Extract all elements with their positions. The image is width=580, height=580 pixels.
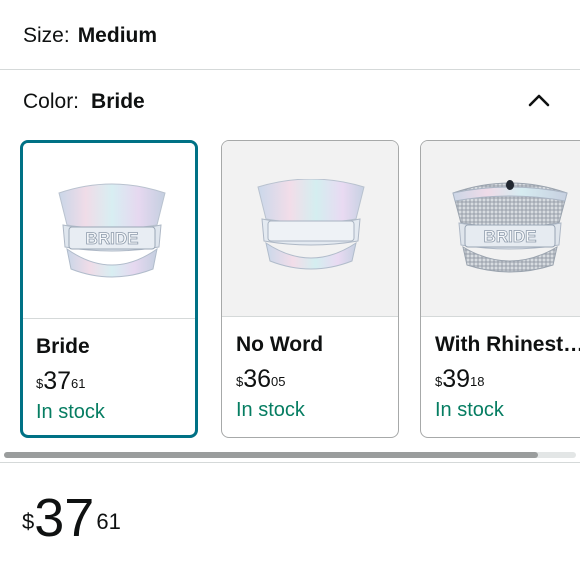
stock-status: In stock — [36, 401, 105, 423]
size-label: Size: Medium — [23, 24, 157, 48]
size-selector[interactable]: Size: Medium — [0, 0, 580, 70]
color-label: Color: Bride — [23, 90, 145, 114]
carousel-scroll-thumb[interactable] — [4, 452, 538, 458]
option-name: With Rhinestone — [435, 333, 580, 356]
price-cents: 18 — [470, 374, 485, 389]
size-label-text: Size: — [23, 24, 70, 47]
hat-text: BRIDE — [86, 229, 139, 248]
size-value: Medium — [77, 24, 158, 47]
hat-image-no-word — [257, 179, 365, 270]
color-option-no-word[interactable]: No Word $3605 In stock — [221, 140, 399, 438]
carousel-scrollbar[interactable] — [4, 452, 576, 458]
hat-image-bride: BRIDE — [58, 183, 166, 278]
color-value: Bride — [91, 90, 145, 113]
main-price-cents: 61 — [96, 509, 121, 534]
currency-symbol: $ — [236, 374, 244, 389]
price-whole: 39 — [442, 365, 471, 393]
color-option-with-rhinestone[interactable]: BRIDE With Rhinestone $3918 In stock — [420, 140, 580, 438]
currency-symbol: $ — [36, 376, 44, 391]
stock-status: In stock — [236, 399, 305, 421]
price-whole: 37 — [43, 367, 72, 395]
main-price-whole: 37 — [34, 488, 95, 548]
price-cents: 61 — [71, 376, 86, 391]
main-currency-symbol: $ — [22, 509, 35, 534]
hat-text: BRIDE — [484, 227, 537, 246]
color-options-carousel[interactable]: BRIDE Bride $3761 In stock No Word $3605… — [0, 140, 580, 440]
product-price: $3761 — [22, 488, 121, 548]
option-name: No Word — [236, 333, 324, 356]
color-selector-header: Color: Bride — [0, 88, 580, 122]
color-label-text: Color: — [23, 90, 80, 113]
option-price: $3605 — [236, 365, 286, 393]
hat-image-rhinestone: BRIDE — [452, 180, 568, 273]
section-divider — [0, 462, 580, 463]
option-price: $3918 — [435, 365, 485, 393]
product-image — [222, 141, 398, 317]
option-name: Bride — [36, 335, 90, 358]
stock-status: In stock — [435, 399, 504, 421]
price-whole: 36 — [243, 365, 272, 393]
currency-symbol: $ — [435, 374, 443, 389]
product-image: BRIDE — [421, 141, 580, 317]
chevron-up-icon[interactable] — [527, 90, 551, 110]
color-option-bride[interactable]: BRIDE Bride $3761 In stock — [20, 140, 198, 438]
price-cents: 05 — [271, 374, 286, 389]
option-price: $3761 — [36, 367, 86, 395]
product-image: BRIDE — [23, 143, 195, 319]
